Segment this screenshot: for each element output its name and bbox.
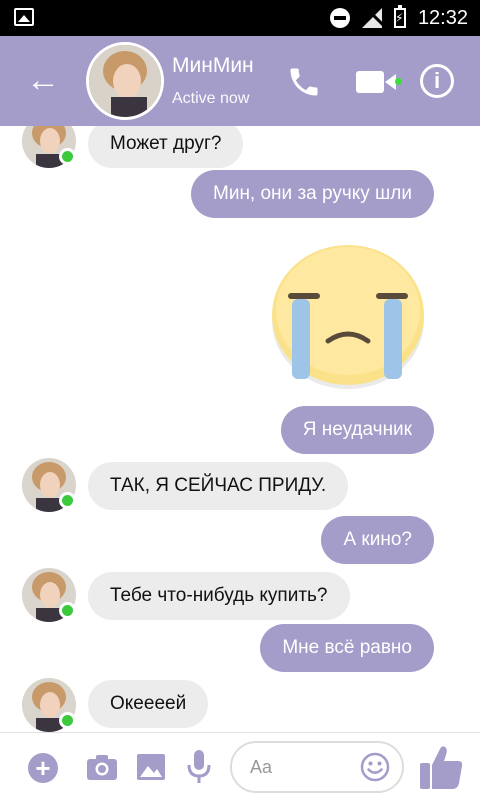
- camera-icon[interactable]: [86, 753, 118, 781]
- online-indicator: [59, 712, 76, 729]
- battery-charging-icon: [393, 5, 406, 28]
- phone-icon[interactable]: [286, 64, 322, 100]
- smile-icon[interactable]: [360, 752, 390, 782]
- contact-avatar[interactable]: [86, 42, 164, 120]
- image-notification-icon: [14, 8, 34, 26]
- message-bubble-outgoing[interactable]: Мин, они за ручку шли: [191, 170, 434, 218]
- contact-name[interactable]: МинМин: [172, 54, 254, 78]
- crying-face-sticker[interactable]: [266, 241, 430, 391]
- online-indicator: [59, 148, 76, 165]
- message-input[interactable]: Aa: [230, 741, 404, 793]
- thumbs-up-icon[interactable]: [418, 743, 464, 793]
- video-call-icon[interactable]: [354, 68, 400, 96]
- message-bubble-outgoing[interactable]: А кино?: [321, 516, 434, 564]
- no-signal-icon: [361, 8, 382, 28]
- online-indicator: [59, 602, 76, 619]
- back-arrow-icon[interactable]: ←: [26, 62, 60, 98]
- contact-status: Active now: [172, 90, 250, 107]
- do-not-disturb-icon: [329, 8, 350, 28]
- composer-bar: + Aa: [0, 732, 480, 800]
- status-bar: 12:32: [0, 0, 480, 36]
- chat-header: ← МинМин Active now i: [0, 36, 480, 126]
- message-list[interactable]: Может друг? Мин, они за ручку шли Я неуд…: [0, 126, 480, 732]
- online-indicator: [59, 492, 76, 509]
- status-time: 12:32: [417, 6, 468, 29]
- microphone-icon[interactable]: [186, 749, 212, 785]
- message-bubble-outgoing[interactable]: Я неудачник: [280, 406, 434, 454]
- plus-icon[interactable]: +: [28, 753, 58, 783]
- message-bubble-incoming[interactable]: ТАК, Я СЕЙЧАС ПРИДУ.: [88, 462, 349, 510]
- message-input-placeholder: Aa: [250, 757, 273, 777]
- message-bubble-incoming[interactable]: Может друг?: [88, 126, 244, 168]
- message-bubble-outgoing[interactable]: Мне всё равно: [260, 624, 434, 672]
- image-icon[interactable]: [136, 753, 166, 781]
- video-online-dot: [395, 78, 402, 85]
- info-icon[interactable]: i: [420, 64, 454, 98]
- message-bubble-incoming[interactable]: Тебе что-нибудь купить?: [88, 572, 350, 620]
- message-bubble-incoming[interactable]: Океееей: [88, 680, 209, 728]
